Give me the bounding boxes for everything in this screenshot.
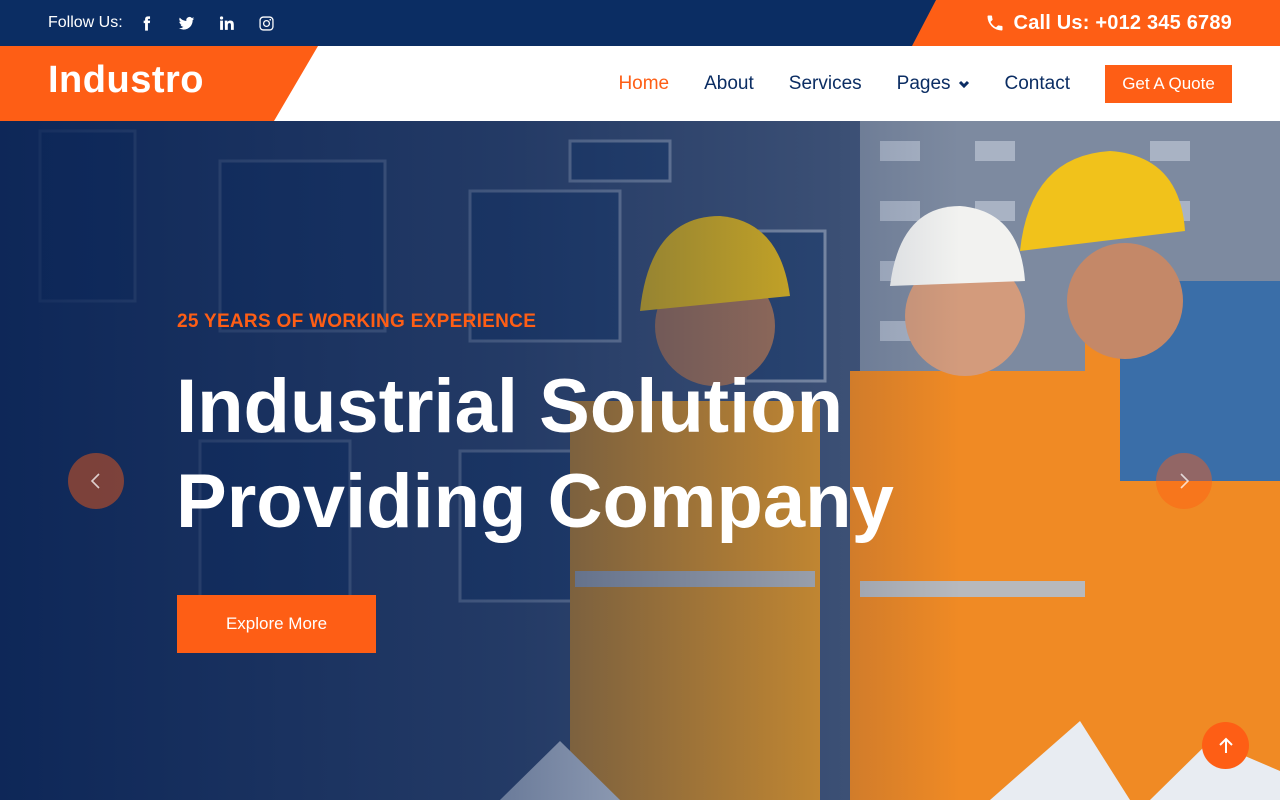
- follow-us-label: Follow Us:: [48, 14, 123, 31]
- chevron-down-icon: [958, 80, 969, 88]
- phone-icon: [987, 15, 1003, 31]
- nav-pages-label: Pages: [896, 72, 951, 94]
- arrow-up-icon: [1218, 737, 1233, 753]
- main-menu: Home About Services Pages Contact: [583, 46, 1070, 121]
- instagram-icon[interactable]: [257, 13, 277, 33]
- facebook-icon[interactable]: [137, 13, 157, 33]
- follow-us: Follow Us:: [48, 0, 297, 46]
- twitter-icon[interactable]: [177, 13, 197, 33]
- chevron-left-icon: [90, 473, 100, 489]
- nav-home[interactable]: Home: [618, 73, 669, 95]
- call-us-text: Call Us: +012 345 6789: [1013, 11, 1232, 34]
- nav-services[interactable]: Services: [789, 73, 862, 95]
- hero-title: Industrial Solution Providing Company: [176, 359, 1026, 549]
- back-to-top-button[interactable]: [1202, 722, 1249, 769]
- hero-subtitle: 25 YEARS OF WORKING EXPERIENCE: [177, 311, 537, 332]
- carousel-next-button[interactable]: [1156, 453, 1212, 509]
- navbar: Industro Home About Services Pages Conta…: [0, 46, 1280, 121]
- linkedin-icon[interactable]: [217, 13, 237, 33]
- nav-about[interactable]: About: [704, 73, 754, 95]
- brand-box: Industro: [0, 46, 318, 121]
- chevron-right-icon: [1180, 473, 1190, 489]
- hero-slider: 25 YEARS OF WORKING EXPERIENCE Industria…: [0, 121, 1280, 800]
- brand-logo[interactable]: Industro: [48, 59, 204, 102]
- hero-title-line-2: Providing Company: [176, 459, 894, 544]
- get-quote-button[interactable]: Get A Quote: [1105, 65, 1232, 103]
- nav-pages[interactable]: Pages: [897, 73, 970, 95]
- call-us[interactable]: Call Us: +012 345 6789: [912, 0, 1280, 46]
- carousel-prev-button[interactable]: [68, 453, 124, 509]
- hero-title-line-1: Industrial Solution: [176, 364, 844, 449]
- top-bar: Follow Us: Call Us: +012 345 6789: [0, 0, 1280, 46]
- explore-more-button[interactable]: Explore More: [177, 595, 376, 653]
- nav-contact[interactable]: Contact: [1005, 73, 1070, 95]
